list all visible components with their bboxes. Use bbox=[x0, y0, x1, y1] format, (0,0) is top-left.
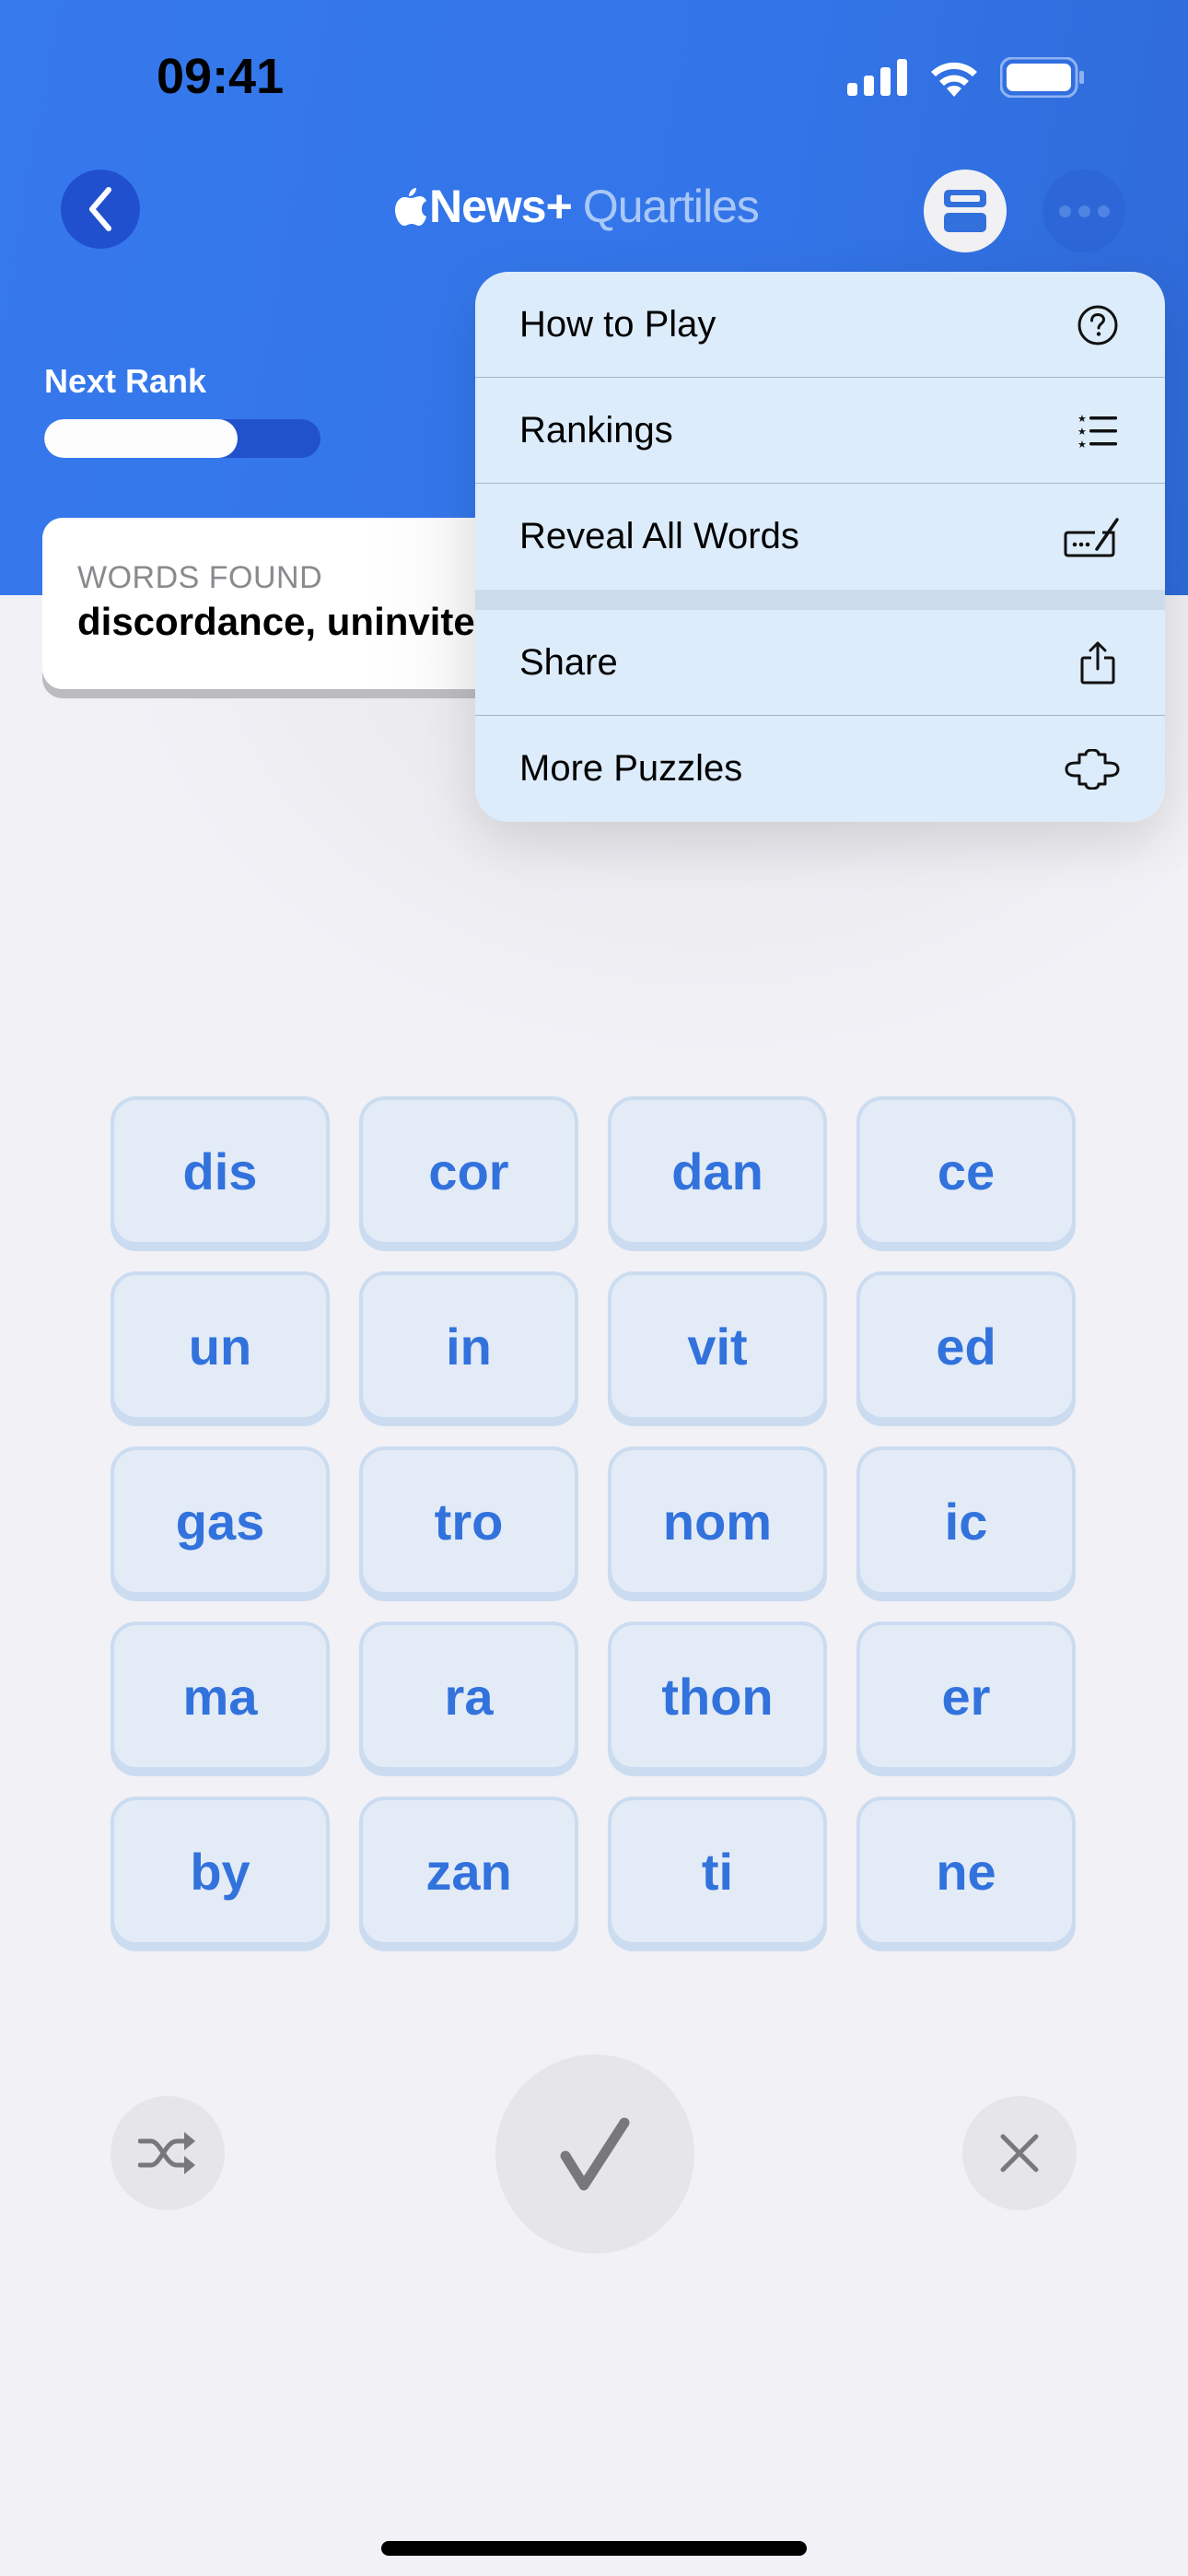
submit-button[interactable] bbox=[495, 2055, 694, 2254]
word-tile[interactable]: un bbox=[111, 1271, 330, 1421]
close-icon bbox=[1000, 2134, 1039, 2172]
word-tile[interactable]: ma bbox=[111, 1622, 330, 1771]
battery-icon bbox=[1000, 57, 1084, 98]
question-circle-icon bbox=[1075, 302, 1121, 348]
menu-group-separator bbox=[475, 590, 1165, 610]
menu-item-label: Reveal All Words bbox=[519, 516, 799, 556]
menu-item-share[interactable]: Share bbox=[475, 610, 1165, 716]
more-options-button[interactable] bbox=[1042, 170, 1125, 252]
svg-text:★: ★ bbox=[1077, 426, 1087, 438]
menu-item-rankings[interactable]: Rankings ★ ★ ★ bbox=[475, 378, 1165, 484]
next-rank-label: Next Rank bbox=[44, 362, 207, 400]
svg-text:★: ★ bbox=[1077, 413, 1087, 425]
word-tile[interactable]: ce bbox=[856, 1096, 1076, 1246]
checkmark-icon bbox=[560, 2117, 630, 2191]
puzzle-piece-icon bbox=[1064, 746, 1121, 792]
word-tile[interactable]: ti bbox=[608, 1797, 827, 1946]
back-button[interactable] bbox=[61, 170, 140, 249]
game-name: Quartiles bbox=[582, 181, 760, 232]
word-tile[interactable]: gas bbox=[111, 1446, 330, 1596]
cellular-signal-icon bbox=[847, 59, 907, 96]
shuffle-icon bbox=[138, 2132, 195, 2174]
word-tile[interactable]: zan bbox=[359, 1797, 578, 1946]
word-tile[interactable]: thon bbox=[608, 1622, 827, 1771]
menu-item-how-to-play[interactable]: How to Play bbox=[475, 272, 1165, 378]
word-tile[interactable]: by bbox=[111, 1797, 330, 1946]
apple-logo-icon bbox=[395, 188, 426, 226]
ellipsis-dot bbox=[1077, 205, 1090, 217]
word-tile[interactable]: cor bbox=[359, 1096, 578, 1246]
ellipsis-dot bbox=[1097, 205, 1110, 217]
menu-item-reveal-all-words[interactable]: Reveal All Words bbox=[475, 484, 1165, 590]
word-tile[interactable]: vit bbox=[608, 1271, 827, 1421]
brand-name: News+ bbox=[429, 181, 573, 232]
two-row-layout-icon bbox=[944, 190, 986, 232]
shuffle-button[interactable] bbox=[111, 2096, 225, 2210]
wifi-icon bbox=[931, 62, 977, 97]
share-icon bbox=[1075, 640, 1121, 686]
menu-item-label: More Puzzles bbox=[519, 748, 743, 789]
menu-item-label: Rankings bbox=[519, 410, 673, 451]
status-icons bbox=[847, 57, 1085, 98]
word-tile[interactable]: ic bbox=[856, 1446, 1076, 1596]
word-tile[interactable]: nom bbox=[608, 1446, 827, 1596]
word-tile[interactable]: ra bbox=[359, 1622, 578, 1771]
word-tile[interactable]: in bbox=[359, 1271, 578, 1421]
rank-progress-fill bbox=[44, 419, 238, 458]
svg-text:★: ★ bbox=[1077, 439, 1087, 450]
app-title: News+ Quartiles bbox=[394, 179, 760, 234]
more-options-menu: How to Play Rankings ★ ★ ★ Reveal All Wo… bbox=[475, 272, 1165, 822]
chevron-left-icon bbox=[89, 187, 111, 231]
word-tile[interactable]: dis bbox=[111, 1096, 330, 1246]
clear-selection-button[interactable] bbox=[962, 2096, 1077, 2210]
word-tile[interactable]: tro bbox=[359, 1446, 578, 1596]
word-tile[interactable]: er bbox=[856, 1622, 1076, 1771]
home-indicator[interactable] bbox=[381, 2541, 807, 2556]
star-list-icon: ★ ★ ★ bbox=[1075, 408, 1121, 454]
word-tile[interactable]: dan bbox=[608, 1096, 827, 1246]
status-time: 09:41 bbox=[157, 49, 285, 104]
word-tile[interactable]: ed bbox=[856, 1271, 1076, 1421]
reveal-pencil-icon bbox=[1064, 514, 1121, 560]
word-tile[interactable]: ne bbox=[856, 1797, 1076, 1946]
rank-progress-bar bbox=[44, 419, 320, 458]
menu-item-more-puzzles[interactable]: More Puzzles bbox=[475, 716, 1165, 822]
tile-grid: dis cor dan ce un in vit ed gas tro nom ic ma ra thon e… bbox=[111, 1096, 1076, 1946]
menu-item-label: How to Play bbox=[519, 304, 716, 345]
menu-item-label: Share bbox=[519, 642, 618, 683]
layout-toggle-button[interactable] bbox=[924, 170, 1007, 252]
ellipsis-dot bbox=[1058, 205, 1071, 217]
